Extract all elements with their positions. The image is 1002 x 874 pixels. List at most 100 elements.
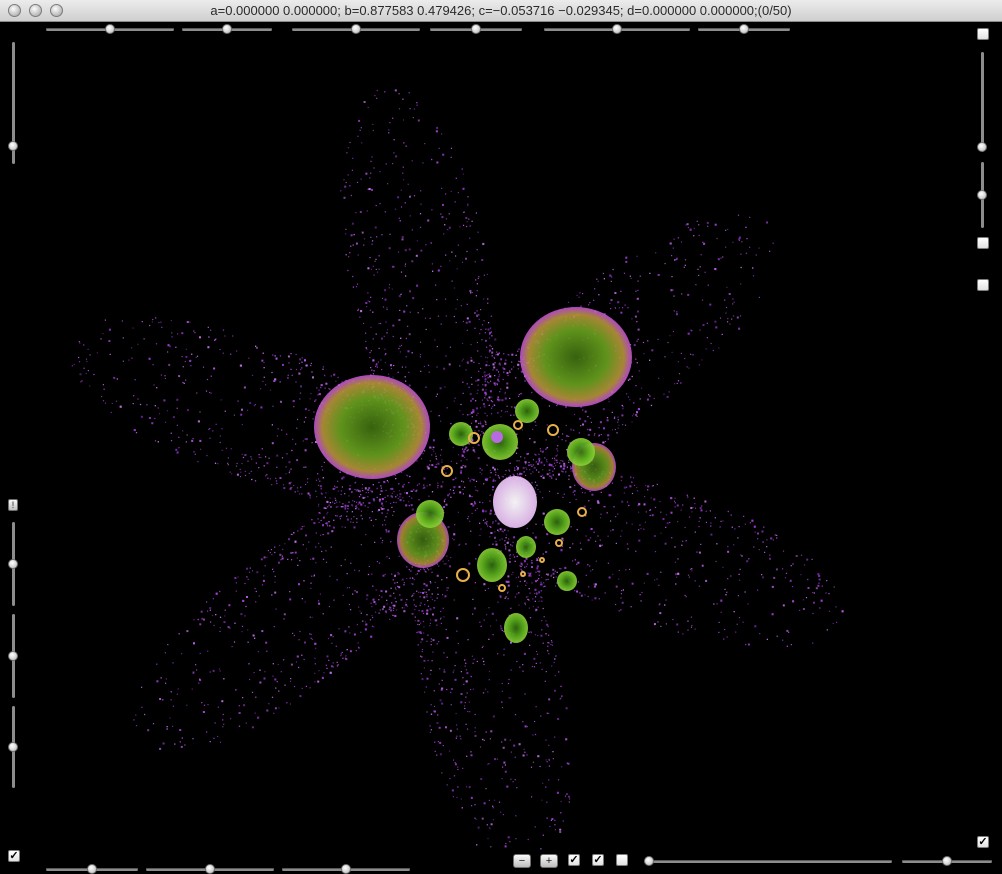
fractal-dust-point <box>507 530 509 532</box>
fractal-dust-point <box>309 633 311 635</box>
fractal-dust-point <box>497 522 500 525</box>
fractal-dust-point <box>455 651 458 654</box>
fractal-dust-point <box>514 779 516 781</box>
fractal-dust-point <box>759 633 761 635</box>
fractal-dust-point <box>583 505 586 508</box>
fractal-dust-point <box>437 741 439 743</box>
fractal-dust-point <box>427 219 430 222</box>
fractal-dust-point <box>542 834 544 836</box>
fractal-dust-point <box>628 568 631 570</box>
fractal-dust-point <box>412 583 414 585</box>
fractal-dust-point <box>514 596 516 598</box>
fractal-dust-point <box>633 402 635 404</box>
fractal-dust-point <box>462 464 464 467</box>
fractal-dust-point <box>436 574 439 577</box>
fractal-dust-point <box>246 596 248 598</box>
fractal-dust-point <box>462 358 464 360</box>
fractal-dust-point <box>498 352 500 354</box>
fractal-dust-point <box>477 379 480 381</box>
fractal-dust-point <box>548 765 550 767</box>
fractal-dust-point <box>727 550 730 553</box>
fractal-dust-point <box>360 503 363 506</box>
fractal-dust-point <box>502 766 504 768</box>
fractal-dust-point <box>545 671 547 673</box>
fractal-dust-point <box>476 341 478 344</box>
fractal-dust-point <box>388 608 390 610</box>
fractal-dust-point <box>497 412 499 414</box>
fractal-dust-point <box>625 569 627 571</box>
fractal-dust-point <box>474 731 476 733</box>
fractal-dust-point <box>219 435 221 437</box>
fractal-dust-point <box>167 351 169 353</box>
fractal-dust-point <box>344 233 347 235</box>
fractal-dust-point <box>327 506 329 508</box>
fractal-dust-point <box>552 751 554 753</box>
fractal-dust-point <box>473 658 475 660</box>
fractal-dust-point <box>465 723 467 725</box>
fractal-dust-point <box>580 594 583 597</box>
fractal-dust-point <box>489 390 492 393</box>
fractal-dust-point <box>335 515 337 517</box>
fractal-dust-point <box>504 393 506 395</box>
fractal-dust-point <box>776 537 778 539</box>
fractal-dust-point <box>350 609 352 611</box>
fractal-dust-point <box>309 687 311 689</box>
fractal-dust-point <box>288 355 290 358</box>
fractal-dust-point <box>381 234 383 236</box>
fractal-dust-point <box>176 398 179 401</box>
fractal-dust-point <box>620 597 622 599</box>
fractal-dust-point <box>551 477 553 479</box>
fractal-dust-point <box>344 493 346 495</box>
fractal-dust-point <box>724 628 726 631</box>
fractal-dust-point <box>788 631 790 633</box>
fractal-dust-point <box>534 592 536 595</box>
fractal-dust-point <box>505 596 507 598</box>
fractal-dust-point <box>684 594 686 597</box>
fractal-dust-point <box>435 395 437 397</box>
fractal-dust-point <box>548 758 550 760</box>
fractal-dust-point <box>469 393 472 396</box>
fractal-dust-point <box>631 421 633 423</box>
fractal-dust-point <box>432 439 435 442</box>
fractal-dust-point <box>462 488 464 491</box>
fractal-dust-point <box>325 492 327 494</box>
fractal-dust-point <box>701 359 703 361</box>
fractal-dust-point <box>718 621 720 623</box>
fractal-dust-point <box>236 350 238 352</box>
fractal-dust-point <box>361 484 363 486</box>
fractal-dust-point <box>664 356 666 358</box>
fractal-dust-point <box>297 530 299 532</box>
fractal-dust-point <box>718 631 720 633</box>
fractal-dust-point <box>668 391 670 393</box>
fractal-dust-point <box>430 410 432 412</box>
fractal-dust-point <box>102 384 104 386</box>
fractal-dust-point <box>687 293 690 296</box>
fractal-dust-point <box>160 677 162 679</box>
fractal-dust-point <box>168 363 171 366</box>
fractal-dust-point <box>422 162 424 164</box>
fractal-dust-point <box>344 630 347 633</box>
fractal-dust-point <box>557 779 560 781</box>
fractal-dust-point <box>79 342 81 344</box>
fractal-canvas[interactable]: ! ✓ ✓ − + ✓ ✓ <box>0 22 1002 874</box>
fractal-dust-point <box>349 185 351 187</box>
fractal-dust-point <box>359 316 361 318</box>
fractal-dust-point <box>261 630 264 633</box>
fractal-dust-point <box>289 680 292 682</box>
fractal-dust-point <box>403 582 405 584</box>
fractal-dust-point <box>185 379 187 381</box>
fractal-dust-point <box>530 575 532 577</box>
fractal-dust-point <box>498 530 500 533</box>
fractal-dust-point <box>450 691 452 694</box>
fractal-dust-point <box>368 487 371 490</box>
fractal-dust-point <box>676 504 678 506</box>
fractal-dust-point <box>396 581 398 584</box>
fractal-dust-point <box>265 475 267 477</box>
fractal-dust-point <box>385 489 387 492</box>
fractal-dust-point <box>446 555 448 557</box>
fractal-dust-point <box>535 580 537 583</box>
fractal-dust-point <box>518 743 521 746</box>
fractal-dust-point <box>108 340 111 342</box>
fractal-dust-point <box>738 327 741 330</box>
fractal-dust-point <box>274 707 277 710</box>
